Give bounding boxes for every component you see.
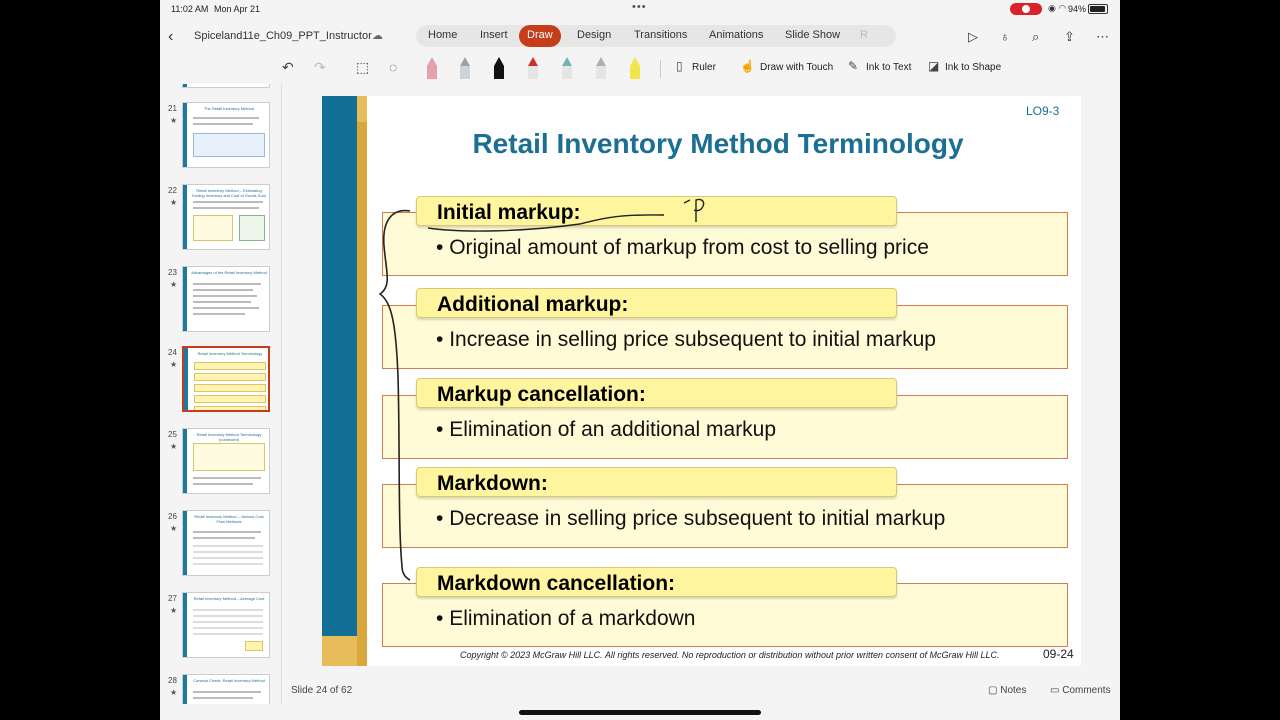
tab-draw[interactable]: Draw [519,25,561,47]
eraser-icon[interactable] [427,57,437,79]
star-icon: ★ [170,280,178,289]
ribbon-tabs: Home Insert Draw Design Transitions Anim… [416,25,896,47]
ink-to-shape-button[interactable]: Ink to Shape [945,62,1001,73]
status-footer: Slide 24 of 62 ▢ Notes ▭ Comments [160,680,1120,700]
thumbnail-number: 23 [168,268,177,277]
ruler-icon[interactable]: ▯ [676,59,683,73]
star-icon: ★ [170,116,178,125]
star-icon: ★ [170,524,178,533]
ink-to-text-icon[interactable]: ✎ [848,59,858,73]
comments-label: Comments [1062,685,1111,696]
pen-teal-icon[interactable] [562,57,572,79]
thumbnail-title: Retail Inventory Method Terminology [197,351,263,356]
star-icon: ★ [170,198,178,207]
slide-thumbnail[interactable]: Retail Inventory Method – Estimating End… [182,184,270,250]
pen-red-icon[interactable] [528,57,538,79]
thumbnail-title: Advantages of the Retail Inventory Metho… [191,270,267,275]
highlighter-yellow-icon[interactable] [630,57,640,79]
share-icon[interactable]: ⇪ [1064,29,1075,45]
thumbnail-title: Retail Inventory Method – Various Cost F… [194,514,264,524]
pen-gray-icon[interactable] [596,57,606,79]
slide-thumbnail[interactable]: Retail Inventory Method – Various Cost F… [182,510,270,576]
wifi-icon: ◉ ◠ [1048,3,1067,13]
tab-slide-show[interactable]: Slide Show [785,29,840,41]
undo-icon[interactable]: ↶ [282,59,294,76]
battery-icon [1088,4,1108,14]
home-indicator[interactable] [519,710,761,715]
back-chevron-icon[interactable]: ‹ [168,28,173,46]
thumbnail-number: 25 [168,430,177,439]
thumbnail-number: 21 [168,104,177,113]
ink-to-text-button[interactable]: Ink to Text [866,62,911,73]
draw-with-touch-button[interactable]: Draw with Touch [760,62,833,73]
document-title[interactable]: Spiceland11e_Ch09_PPT_Instructor [194,30,372,42]
ink-bracket [378,209,411,581]
tab-home[interactable]: Home [428,29,457,41]
ink-to-shape-icon[interactable]: ◪ [928,59,939,73]
slide-thumbnail[interactable]: Advantages of the Retail Inventory Metho… [182,266,270,332]
comments-button[interactable]: ▭ Comments [1050,685,1111,696]
screen-recording-icon[interactable] [1010,3,1042,15]
slide-canvas[interactable]: LO9-3 Retail Inventory Method Terminolog… [322,96,1081,666]
draw-toolbar: ↶ ↷ ⬚ ◌ ▯ Ruler ☝ Draw with Touch ✎ Ink … [160,55,1120,81]
thumbnail-number: 26 [168,512,177,521]
status-bar: 11:02 AM Mon Apr 21 ••• ◉ ◠ 94% [160,0,1120,18]
slide-thumbnail[interactable]: The Retail Inventory Method [182,102,270,168]
battery-percent: 94% [1068,4,1087,14]
tab-review-partial[interactable]: R [860,29,868,41]
ribbon-header: ‹ Spiceland11e_Ch09_PPT_Instructor ☁ Hom… [160,22,1120,52]
thumbnail-title: The Retail Inventory Method [203,106,255,111]
lasso-select-icon[interactable]: ◌ [389,59,397,75]
play-icon[interactable]: ▷ [968,29,978,45]
thumbnail-row[interactable]: 22 ★ Retail Inventory Method – Estimatin… [160,184,281,256]
thumbnail-number: 22 [168,186,177,195]
slide-thumbnail-partial[interactable] [182,84,270,88]
ipad-screen: 11:02 AM Mon Apr 21 ••• ◉ ◠ 94% ‹ Spicel… [160,0,1120,720]
thumbnail-title: Retail Inventory Method Terminology (con… [196,432,262,442]
notes-label: Notes [1000,685,1027,696]
tab-design[interactable]: Design [577,29,611,41]
thumbnail-row[interactable]: 25 ★ Retail Inventory Method Terminology… [160,428,281,500]
thumbnail-row-selected[interactable]: 24 ★ Retail Inventory Method Terminology [160,346,281,418]
tab-insert[interactable]: Insert [480,29,508,41]
thumbnail-row[interactable]: 23 ★ Advantages of the Retail Inventory … [160,266,281,338]
slide-thumbnail[interactable]: Retail Inventory Method Terminology (con… [182,428,270,494]
toolbar-divider [660,60,661,78]
thumbnail-number: 27 [168,594,177,603]
pencil-icon[interactable] [460,57,470,79]
status-date: Mon Apr 21 [214,4,261,14]
draw-with-touch-icon[interactable]: ☝ [740,59,755,73]
ink-underline [427,214,665,232]
cloud-sync-icon[interactable]: ☁ [372,29,383,42]
status-time: 11:02 AM [171,4,209,14]
thumbnail-row[interactable]: 26 ★ Retail Inventory Method – Various C… [160,510,281,582]
tab-animations[interactable]: Animations [709,29,763,41]
thumbnail-title: Retail Inventory Method – Average Cost [193,596,265,601]
thumbnail-row[interactable]: 27 ★ Retail Inventory Method – Average C… [160,592,281,664]
multitasking-dots-icon[interactable]: ••• [632,1,647,13]
star-icon: ★ [170,360,178,369]
thumbnail-number: 24 [168,348,177,357]
tab-transitions[interactable]: Transitions [634,29,687,41]
pen-black-icon[interactable] [494,57,504,79]
slide-count: Slide 24 of 62 [291,685,353,696]
thumbnail-title: Retail Inventory Method – Estimating End… [192,188,266,198]
select-objects-icon[interactable]: ⬚ [356,59,369,76]
ruler-button[interactable]: Ruler [692,62,716,73]
more-icon[interactable]: ⋯ [1096,29,1109,45]
search-icon[interactable]: ⌕ [1032,29,1039,45]
star-icon: ★ [170,442,178,451]
redo-icon[interactable]: ↷ [314,59,326,76]
ink-annotations[interactable] [322,96,1081,666]
lightbulb-icon[interactable]: ♁ [1000,29,1010,44]
thumbnail-row[interactable]: 21 ★ The Retail Inventory Method [160,102,281,174]
slide-thumbnail-panel[interactable]: 21 ★ The Retail Inventory Method 22 ★ Re… [160,84,282,704]
slide-thumbnail-selected[interactable]: Retail Inventory Method Terminology [182,346,270,412]
star-icon: ★ [170,606,178,615]
notes-button[interactable]: ▢ Notes [988,685,1026,696]
slide-thumbnail[interactable]: Retail Inventory Method – Average Cost [182,592,270,658]
ink-letter-p [683,198,705,222]
